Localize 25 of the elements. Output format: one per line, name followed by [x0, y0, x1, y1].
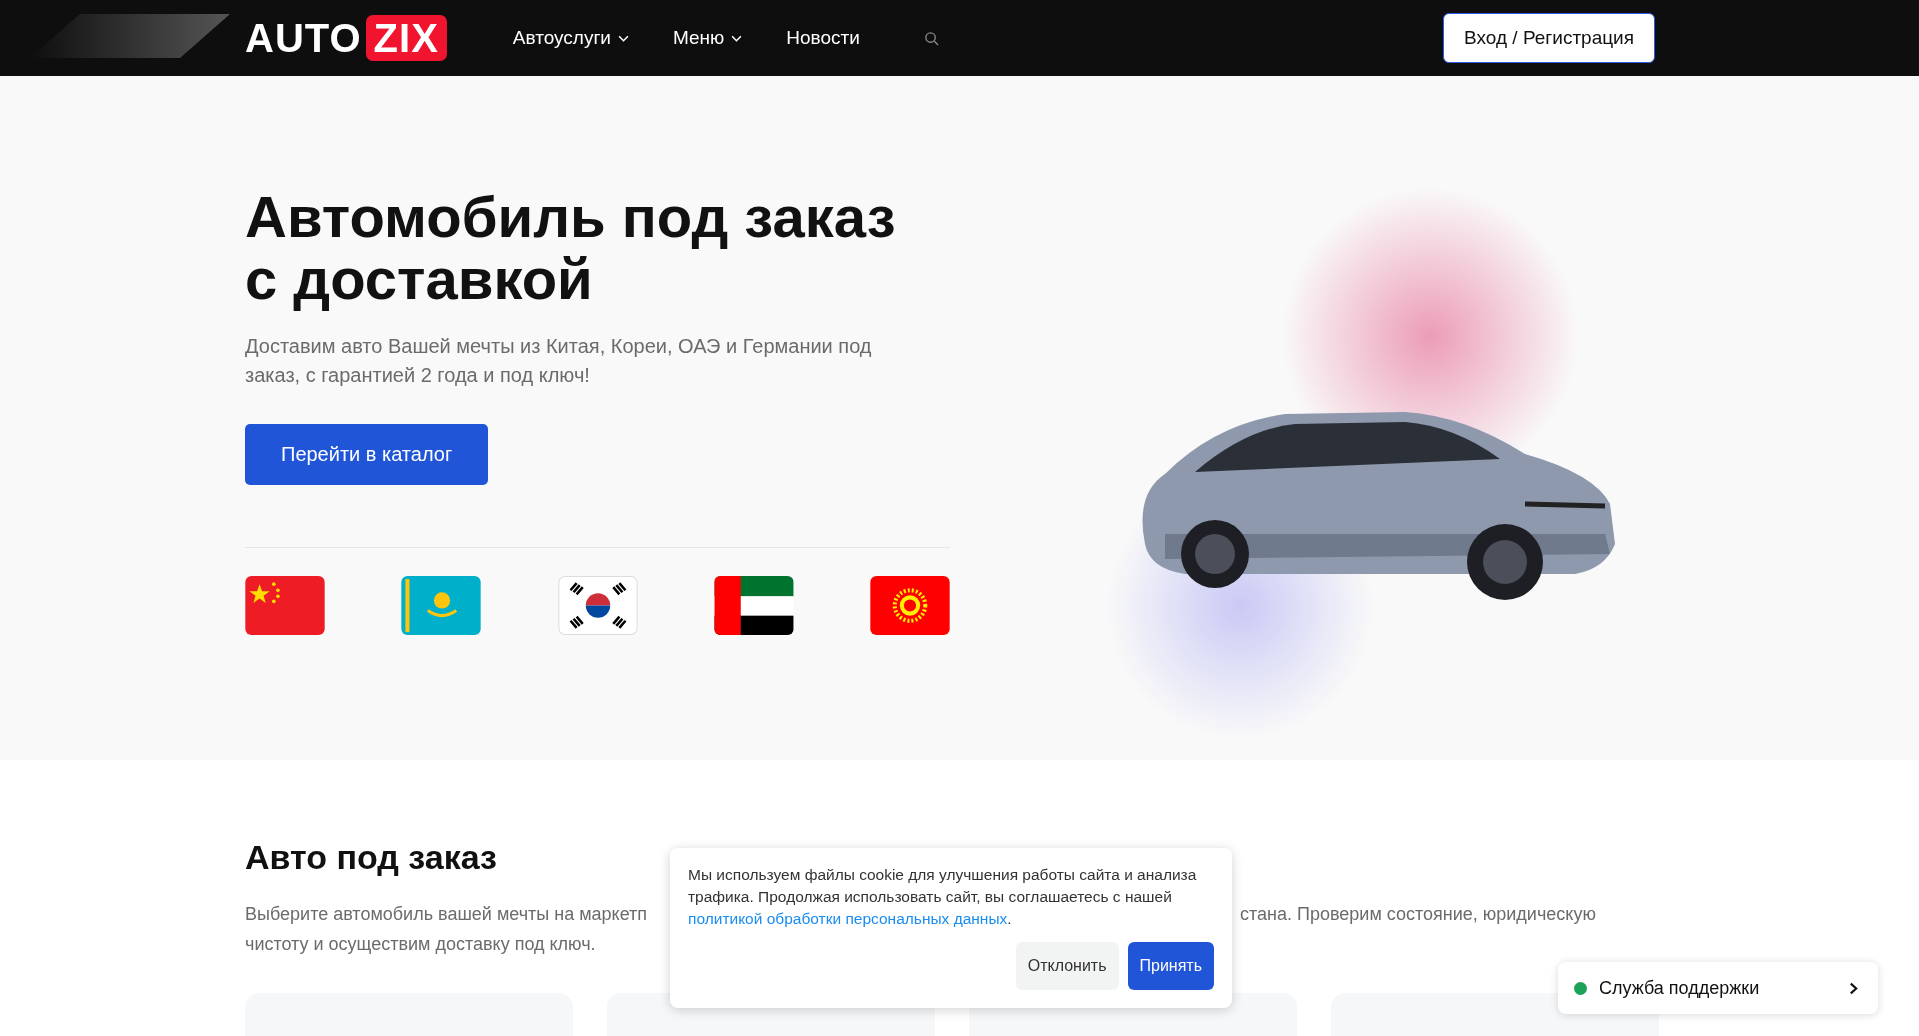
section-description: стана. Проверим состояние, юридическую — [1240, 903, 1596, 926]
search-icon[interactable] — [923, 30, 939, 46]
hero-title: Автомобиль под заказ с доставкой — [245, 186, 897, 310]
support-label: Служба поддержки — [1599, 977, 1761, 999]
chevron-icon — [1849, 981, 1858, 995]
section-description: чистоту и осуществим доставку под ключ. — [245, 933, 596, 956]
accept-button[interactable]: Принять — [1127, 942, 1214, 990]
logo-badge: ZIX — [365, 15, 447, 61]
cookie-message: Мы используем файлы cookie для улучшения работы сайта и анализа трафика. Продолжая использовать сайт, вы соглашаетесь с нашей политикой обработки персональных данных. — [688, 865, 1198, 929]
support-popup[interactable]: Служба поддержки — [1558, 962, 1878, 1014]
decline-button[interactable]: Отклонить — [1015, 942, 1119, 990]
catalog-button[interactable]: Перейти в каталог — [245, 424, 489, 485]
logo-text: AUTO — [245, 15, 362, 61]
flag-icon[interactable] — [713, 576, 794, 635]
section-title: Авто под заказ — [245, 838, 497, 877]
logo[interactable]: AUTO ZIX — [245, 15, 447, 61]
hero-subtitle: Доставим авто Вашей мечты из Китая, Кореи, ОАЭ и Германии под заказ, с гарантией 2 года и под ключ! — [245, 334, 873, 388]
nav-link[interactable]: Новости — [786, 27, 860, 49]
section-description: Выберите автомобиль вашей мечты на маркетп — [245, 903, 648, 926]
flag-icon[interactable] — [557, 576, 638, 635]
nav-link[interactable]: Автоуслуги — [512, 27, 629, 49]
nav-link[interactable]: Меню — [672, 27, 743, 49]
caret-icon — [731, 34, 743, 42]
login-button[interactable]: Вход / Регистрация — [1443, 13, 1655, 63]
caret-icon — [617, 34, 629, 42]
